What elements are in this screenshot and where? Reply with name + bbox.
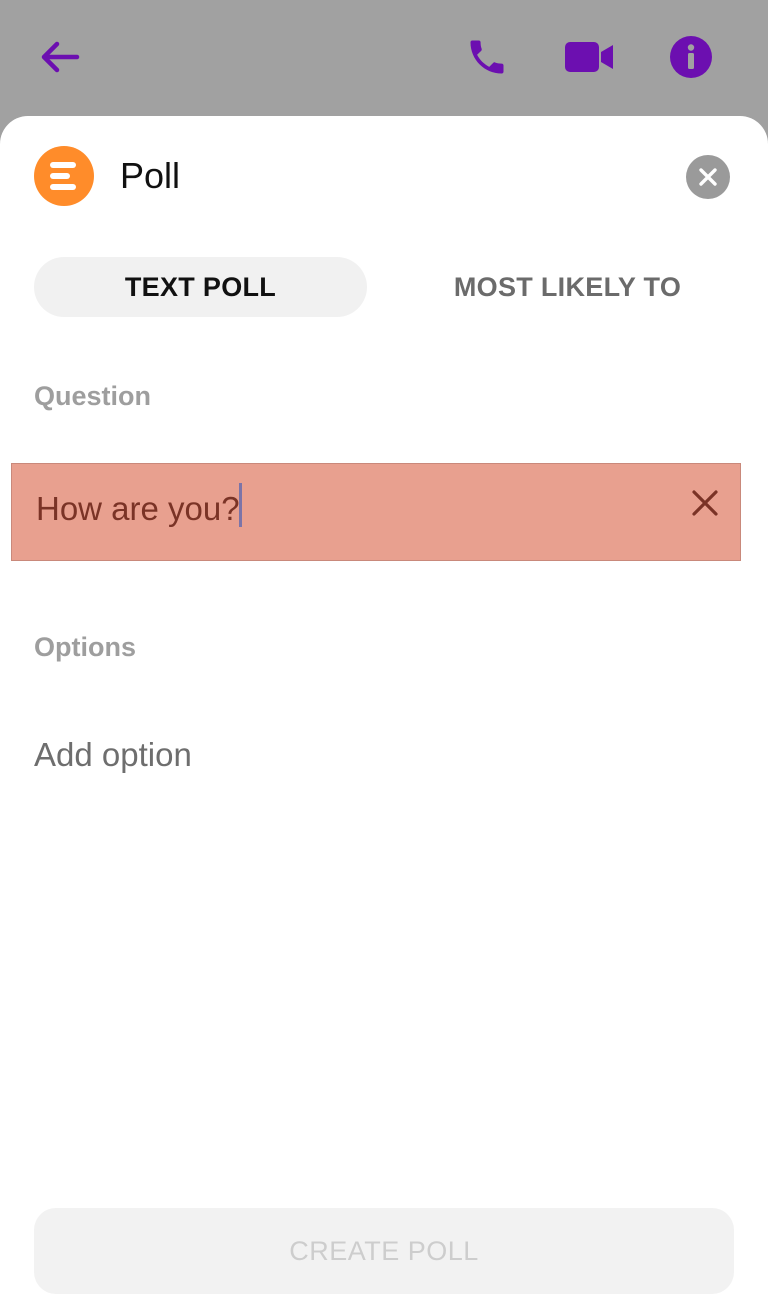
question-input-value[interactable]: How are you? [36,488,240,530]
question-label: Question [34,381,152,411]
close-icon [699,168,717,186]
poll-bottom-sheet: Poll TEXT POLL MOST LIKELY TO Question H… [0,116,768,1311]
poll-type-tabs: TEXT POLL MOST LIKELY TO [34,257,734,317]
text-caret [239,483,242,527]
options-label: Options [34,632,136,662]
tab-text-poll[interactable]: TEXT POLL [34,257,367,317]
tab-most-likely-to[interactable]: MOST LIKELY TO [401,257,734,317]
clear-question-button[interactable] [688,486,722,520]
sheet-header: Poll [34,146,734,206]
video-camera-icon[interactable] [560,28,618,86]
question-input[interactable]: How are you? [11,463,741,561]
screen: Poll TEXT POLL MOST LIKELY TO Question H… [0,0,768,1311]
close-button[interactable] [686,155,730,199]
phone-icon[interactable] [458,28,516,86]
poll-logo-icon [34,146,94,206]
arrow-left-icon[interactable] [30,28,88,86]
create-poll-button[interactable]: CREATE POLL [34,1208,734,1294]
add-option-input[interactable]: Add option [34,734,192,776]
info-icon[interactable] [662,28,720,86]
x-icon [692,490,718,516]
chat-app-bar [0,0,768,116]
sheet-title: Poll [120,155,181,196]
